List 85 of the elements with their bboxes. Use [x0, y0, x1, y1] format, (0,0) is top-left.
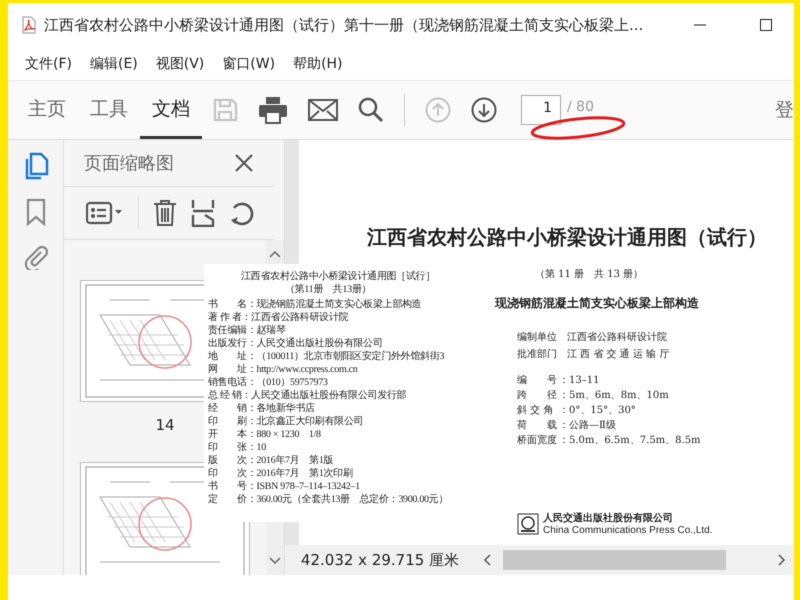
sign-in-text[interactable]: 登 [775, 97, 794, 123]
copyright-label: 网 址 [208, 363, 247, 376]
copyright-label: 印 张 [208, 441, 247, 454]
copyright-label: 印 次 [208, 467, 247, 480]
copyright-label: 版 次 [208, 454, 247, 467]
copyright-value: ：880 × 1230 1/8 [246, 428, 321, 441]
copyright-value: ：360.00元（全套共13册 总定价：3900.00元） [246, 493, 448, 506]
copyright-value: ：2016年7月 第1版 [246, 454, 334, 467]
pdf-file-icon [22, 16, 36, 34]
copyright-value: ：2016年7月 第1次印刷 [246, 467, 353, 480]
copyright-label: 开 本 [208, 428, 247, 441]
panel-title: 页面缩略图 [84, 152, 174, 175]
menu-item[interactable]: 文件(F) [16, 52, 81, 74]
copyright-value: ：各地新华书店 [246, 402, 315, 415]
copyright-label: 定 价 [208, 493, 247, 506]
credit-label: 批准部门 [517, 349, 557, 360]
spec-label: 跨 径 [517, 389, 558, 402]
copyright-label: 地 址 [208, 350, 247, 363]
copyright-label: 出版发行 [208, 337, 247, 350]
maximize-icon[interactable] [760, 19, 772, 31]
print-icon[interactable] [258, 96, 288, 124]
menu-item[interactable]: 帮助(H) [284, 52, 352, 74]
bookmark-icon[interactable] [26, 198, 46, 226]
scrollbar-thumb[interactable] [503, 550, 726, 570]
spec-value: ：0°、15°、30° [559, 405, 636, 416]
copyright-title: 江西省农村公路中小桥梁设计通用图［试行］ [241, 270, 436, 283]
credit-value: 江西省公路科研设计院 [567, 332, 667, 343]
copyright-value: ：人民交通出版社股份有限公司发行部 [242, 389, 406, 402]
page-number-field[interactable]: 1 [521, 95, 561, 125]
copyright-value: ：（100011）北京市朝阳区安定门外外馆斜街3 [246, 350, 444, 363]
copyright-value: ：人民交通出版社股份有限公司 [246, 337, 383, 350]
publisher-english-name: China Communications Press Co.,Ltd. [543, 525, 713, 536]
scroll-right-icon[interactable] [778, 554, 786, 566]
spec-value: ：公路—Ⅱ级 [559, 420, 616, 431]
options-dropdown-icon[interactable] [86, 201, 124, 225]
spec-value: ：13–11 [559, 375, 600, 386]
publisher-name: 人民交通出版社股份有限公司 [543, 511, 674, 525]
page-total: / 80 [567, 100, 594, 114]
spec-label: 桥面宽度 [517, 434, 558, 447]
spec-value: ：5.0m、6.5m、7.5m、8.5m [559, 435, 701, 446]
page-number-label: 14 [155, 416, 175, 434]
spec-value: ：5m、6m、8m、10m [559, 390, 669, 401]
scroll-left-icon[interactable] [483, 554, 491, 566]
copyright-label: 书 名 [208, 298, 247, 311]
copyright-label: 书 号 [208, 480, 247, 493]
spec-label: 荷 载 [517, 418, 558, 432]
close-icon[interactable] [234, 153, 254, 173]
scroll-up-icon[interactable] [269, 250, 281, 258]
copyright-value: ：江西省公路科研设计院 [242, 311, 348, 324]
copyright-value: ：北京鑫正大印刷有限公司 [246, 415, 364, 428]
copyright-value: ：现浇钢筋混凝土简支实心板梁上部构造 [246, 298, 422, 311]
spec-label: 编 号 [517, 374, 558, 387]
document-heading: 现浇钢筋混凝土简支实心板梁上部构造 [495, 295, 700, 312]
copyright-label: 著 作 者 [208, 311, 242, 324]
nav-tab[interactable]: 工具 [78, 81, 140, 139]
copyright-label: 总 经 销 [208, 389, 242, 402]
copyright-label: 经 销 [208, 402, 247, 415]
mail-icon[interactable] [308, 99, 338, 121]
credit-label: 编制单位 [517, 332, 557, 343]
window-title: 江西省农村公路中小桥梁设计通用图（试行）第十一册（现浇钢筋混凝土简支实心板梁上... [44, 16, 644, 34]
credit-value: 江 西 省 交 通 运 输 厅 [567, 349, 670, 360]
copyright-value: ：10 [246, 441, 266, 454]
copyright-value: ：ISBN 978–7–114–13242–1 [246, 480, 360, 493]
copyright-value: ：（010）59757973 [246, 377, 328, 389]
copyright-value: ：http://www.ccpress.com.cn [246, 364, 358, 376]
copyright-label: 责任编辑 [208, 324, 247, 337]
search-icon[interactable] [358, 97, 384, 123]
menu-item[interactable]: 窗口(W) [213, 52, 284, 74]
publisher-logo-icon [517, 512, 539, 534]
scroll-down-icon[interactable] [269, 557, 281, 565]
paperclip-icon[interactable] [22, 244, 48, 270]
copyright-value: ：赵瑞琴 [246, 324, 286, 337]
arrow-down-icon[interactable] [471, 97, 497, 123]
menu-item[interactable]: 视图(V) [146, 52, 214, 74]
copyright-label: 销售电话 [208, 376, 247, 389]
page-size-text: 42.032 x 29.715 厘米 [300, 550, 460, 570]
copyright-volume: （第11册 共13册） [284, 283, 372, 296]
trash-icon[interactable] [153, 199, 177, 227]
nav-tab[interactable]: 主页 [16, 81, 78, 139]
menu-item[interactable]: 编辑(E) [80, 52, 147, 74]
volume-text: （第 11 册 共 13 册） [535, 268, 644, 281]
copyright-label: 印 刷 [208, 415, 247, 428]
crop-pages-icon[interactable] [191, 199, 215, 227]
document-title: 江西省农村公路中小桥梁设计通用图（试行） [367, 224, 768, 251]
spec-label: 斜 交 角 [517, 404, 554, 417]
